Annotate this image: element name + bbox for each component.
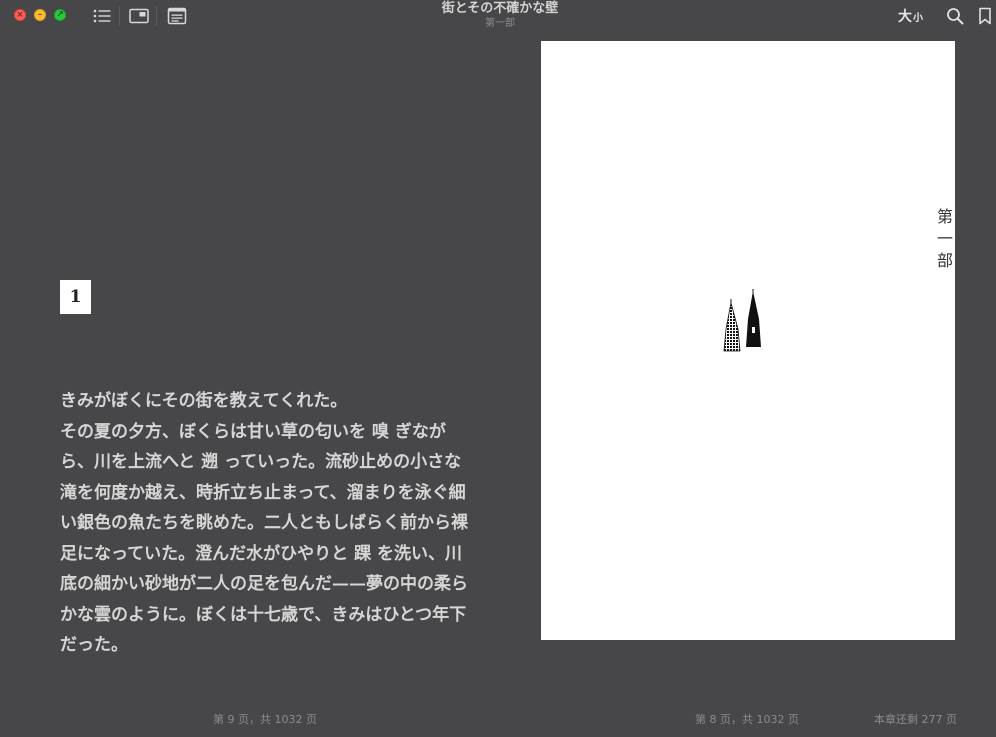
close-window-button[interactable]: × [14,9,26,21]
bookmark-icon [979,7,991,25]
towers-illustration [723,289,761,352]
book-title: 街とその不確かな壁 [441,1,559,16]
section-subtitle: 第一部 [485,18,515,29]
chapter-remaining-pages: 本章还剩 277 页 [874,713,957,726]
list-icon [93,9,111,23]
window-title-block: 街とその不確かな壁 第一部 [320,1,680,30]
paragraph: その夏の夕方、ぼくらは甘い草の匂いを 嗅 ぎながら、川を上流へと 遡 っていった… [60,421,468,656]
left-page-number: 第 9 页，共 1032 页 [213,713,317,726]
chapter-number-badge: 1 [60,280,91,314]
chapter-body-text[interactable]: きみがぼくにその街を教えてくれた。 その夏の夕方、ぼくらは甘い草の匂いを 嗅 ぎ… [60,386,475,661]
title-bar: × – ↗ 街とその不確かな壁 第一部 大 小 [0,0,996,32]
picture-in-picture-icon [129,8,149,24]
minimize-icon: – [37,10,43,20]
book-reader-window: × – ↗ 街とその不確かな壁 第一部 大 小 1 きみがぼくにその街を教えてく… [0,0,996,737]
part-title-page: 第一部 [541,41,955,640]
search-button[interactable] [944,5,966,27]
font-size-big-label: 大 [898,9,912,25]
toolbar-divider [119,6,120,26]
search-icon [947,8,964,25]
right-page-number: 第 8 页，共 1032 页 [695,713,799,726]
minimize-window-button[interactable]: – [34,9,46,21]
fullscreen-icon: ↗ [56,10,64,20]
part-title: 第一部 [934,208,953,274]
bookmark-button[interactable] [974,5,996,27]
picture-in-picture-button[interactable] [128,5,150,27]
close-icon: × [16,10,24,20]
notes-button[interactable] [166,5,188,27]
font-size-button[interactable]: 大 小 [898,6,923,26]
zoom-window-button[interactable]: ↗ [54,9,66,21]
paragraph: きみがぼくにその街を教えてくれた。 [60,391,348,411]
table-of-contents-button[interactable] [91,5,113,27]
notes-icon [167,7,187,25]
font-size-small-label: 小 [913,13,923,24]
toolbar-divider [156,6,157,26]
